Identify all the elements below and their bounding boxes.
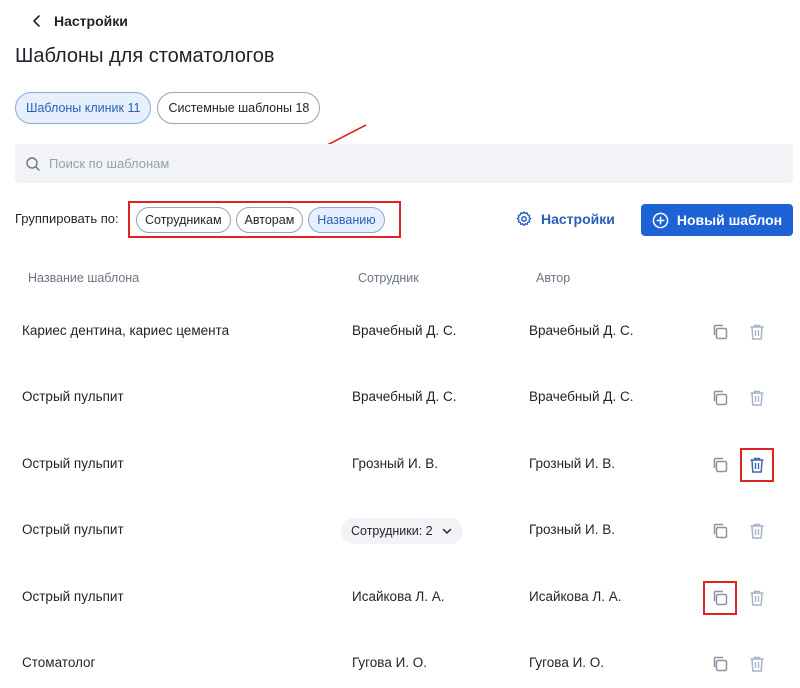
cell-template-name: Кариес дентина, кариес цемента [22, 323, 230, 338]
table-row[interactable]: Кариес дентина, кариес цемента Врачебный … [0, 312, 800, 352]
column-header-author[interactable]: Автор [536, 271, 570, 285]
trash-icon [748, 522, 766, 540]
cell-author: Врачебный Д. С. [529, 389, 634, 404]
cell-template-name: Стоматолог [22, 655, 96, 670]
table-row[interactable]: Острый пульпит Исайкова Л. А. Исайкова Л. … [0, 578, 800, 618]
copy-button[interactable] [708, 519, 732, 543]
cell-employee: Врачебный Д. С. [352, 389, 457, 404]
settings-button[interactable]: Настройки [515, 207, 615, 231]
trash-icon [748, 323, 766, 341]
settings-button-label: Настройки [541, 211, 615, 227]
chevron-left-icon [33, 15, 40, 27]
copy-icon [711, 389, 729, 407]
delete-button[interactable] [745, 519, 769, 543]
chevron-down-icon [442, 528, 451, 535]
delete-button[interactable] [740, 448, 774, 482]
copy-icon [711, 522, 729, 540]
search-input[interactable] [49, 156, 749, 171]
cell-employee: Гугова И. О. [352, 655, 428, 670]
table-row[interactable]: Острый пульпит Грозный И. В. Грозный И. В. [0, 445, 800, 485]
employees-dropdown[interactable]: Сотрудники: 2 [341, 518, 463, 544]
group-by-authors[interactable]: Авторам [235, 206, 304, 233]
table-row[interactable]: Стоматолог Гугова И. О. Гугова И. О. [0, 644, 800, 684]
new-template-label: Новый шаблон [676, 212, 783, 228]
cell-employee: Исайкова Л. А. [352, 589, 445, 604]
back-link[interactable]: Настройки [30, 10, 128, 32]
copy-button[interactable] [708, 652, 732, 676]
search-icon [26, 156, 40, 171]
search-bar [15, 144, 793, 183]
copy-button[interactable] [708, 386, 732, 410]
cell-template-name: Острый пульпит [22, 456, 124, 471]
page-title: Шаблоны для стоматологов [15, 45, 275, 67]
copy-icon [711, 589, 729, 607]
plus-circle-icon [652, 212, 669, 228]
trash-icon [748, 655, 766, 673]
group-by-label: Группировать по: [15, 211, 119, 226]
table-row[interactable]: Острый пульпит Сотрудники: 2 Грозный И. В. [0, 511, 800, 551]
copy-icon [711, 323, 729, 341]
cell-author: Исайкова Л. А. [529, 589, 622, 604]
group-by-employees[interactable]: Сотрудникам [136, 206, 231, 233]
delete-button[interactable] [745, 320, 769, 344]
cell-template-name: Острый пульпит [22, 589, 124, 604]
copy-icon [711, 655, 729, 673]
copy-icon [711, 456, 729, 474]
copy-button[interactable] [708, 453, 732, 477]
cell-employee: Врачебный Д. С. [352, 323, 457, 338]
trash-icon [748, 589, 766, 607]
column-header-employee[interactable]: Сотрудник [358, 271, 419, 285]
cell-author: Врачебный Д. С. [529, 323, 634, 338]
cell-template-name: Острый пульпит [22, 522, 124, 537]
cell-author: Грозный И. В. [529, 456, 616, 471]
tab-clinic-templates[interactable]: Шаблоны клиник 11 [15, 92, 152, 124]
group-by-options: Сотрудникам Авторам Названию [128, 201, 401, 238]
employees-dropdown-label: Сотрудники: 2 [351, 524, 433, 538]
copy-button[interactable] [708, 320, 732, 344]
copy-button[interactable] [703, 581, 737, 615]
delete-button[interactable] [745, 586, 769, 610]
new-template-button[interactable]: Новый шаблон [641, 204, 793, 236]
back-link-label: Настройки [54, 13, 128, 29]
trash-icon [748, 456, 766, 474]
delete-button[interactable] [745, 386, 769, 410]
gear-icon [516, 211, 532, 227]
table-row[interactable]: Острый пульпит Врачебный Д. С. Врачебный Д… [0, 378, 800, 418]
cell-author: Гугова И. О. [529, 655, 605, 670]
cell-employee: Грозный И. В. [352, 456, 439, 471]
group-by-name[interactable]: Названию [308, 206, 385, 233]
template-tabs: Шаблоны клиник 11 Системные шаблоны 18 [15, 92, 321, 124]
delete-button[interactable] [745, 652, 769, 676]
column-header-name[interactable]: Название шаблона [28, 271, 139, 285]
cell-template-name: Острый пульпит [22, 389, 124, 404]
cell-author: Грозный И. В. [529, 522, 616, 537]
trash-icon [748, 389, 766, 407]
